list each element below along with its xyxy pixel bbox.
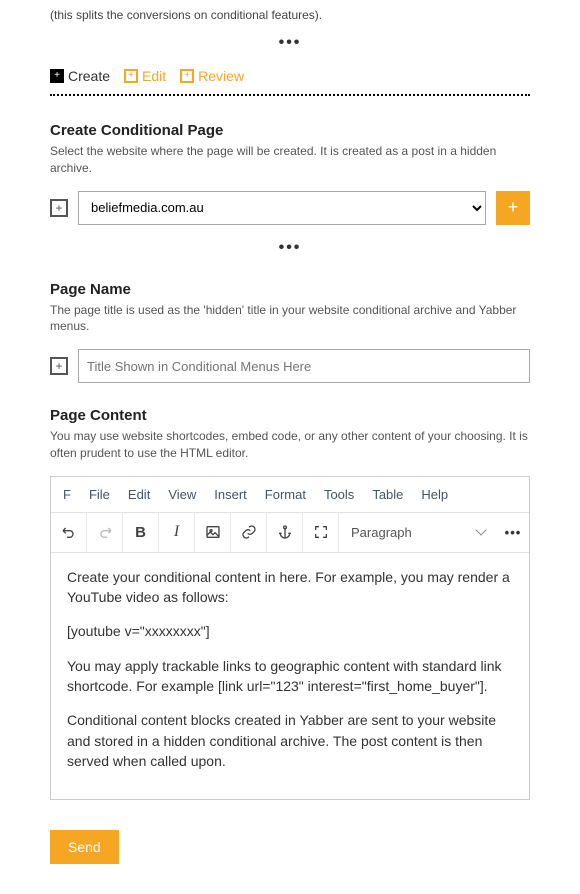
dotted-divider <box>50 94 530 96</box>
pagename-input[interactable] <box>78 349 530 383</box>
editor-menubar: F File Edit View Insert Format Tools Tab… <box>51 477 529 513</box>
mode-tabs: + Create + Edit + Review <box>50 68 530 84</box>
add-website-button[interactable]: + <box>496 191 530 225</box>
plus-icon: + <box>124 69 138 83</box>
fullscreen-button[interactable] <box>303 512 339 552</box>
tab-label: Edit <box>142 68 166 84</box>
paragraph-label: Paragraph <box>351 525 412 540</box>
menu-help[interactable]: Help <box>421 487 448 502</box>
section-title-content: Page Content <box>50 407 530 424</box>
menu-file[interactable]: File <box>89 487 110 502</box>
rich-text-editor: F File Edit View Insert Format Tools Tab… <box>50 476 530 800</box>
paragraph-select[interactable]: Paragraph <box>339 525 497 540</box>
menu-insert[interactable]: Insert <box>214 487 247 502</box>
tab-label: Review <box>198 68 244 84</box>
menu-tools[interactable]: Tools <box>324 487 354 502</box>
menu-f[interactable]: F <box>63 487 71 502</box>
website-select-row: + beliefmedia.com.au + <box>50 191 530 225</box>
section-desc-create: Select the website where the page will b… <box>50 143 530 177</box>
editor-paragraph: Conditional content blocks created in Ya… <box>67 710 513 771</box>
redo-button[interactable] <box>87 512 123 552</box>
bold-button[interactable]: B <box>123 512 159 552</box>
intro-text: (this splits the conversions on conditio… <box>50 8 530 22</box>
anchor-button[interactable] <box>267 512 303 552</box>
plus-icon: + <box>180 69 194 83</box>
menu-edit[interactable]: Edit <box>128 487 150 502</box>
tab-edit[interactable]: + Edit <box>124 68 166 84</box>
section-title-pagename: Page Name <box>50 281 530 298</box>
tab-label: Create <box>68 68 110 84</box>
image-icon <box>205 524 221 540</box>
editor-content-area[interactable]: Create your conditional content in here.… <box>51 553 529 799</box>
anchor-icon <box>277 524 293 540</box>
section-desc-pagename: The page title is used as the 'hidden' t… <box>50 302 530 336</box>
undo-button[interactable] <box>51 512 87 552</box>
chevron-down-icon <box>475 525 486 536</box>
italic-button[interactable]: I <box>159 512 195 552</box>
plus-icon: + <box>50 69 64 83</box>
editor-paragraph: Create your conditional content in here.… <box>67 567 513 608</box>
link-icon <box>241 524 257 540</box>
send-button[interactable]: Send <box>50 830 119 864</box>
expand-icon[interactable]: + <box>50 199 68 217</box>
expand-icon[interactable]: + <box>50 357 68 375</box>
editor-toolbar: B I Paragraph ••• <box>51 513 529 553</box>
redo-icon <box>97 524 113 540</box>
image-button[interactable] <box>195 512 231 552</box>
section-desc-content: You may use website shortcodes, embed co… <box>50 428 530 462</box>
section-title-create: Create Conditional Page <box>50 122 530 139</box>
website-select[interactable]: beliefmedia.com.au <box>78 191 486 225</box>
section-divider-dots: ••• <box>50 34 530 52</box>
menu-table[interactable]: Table <box>372 487 403 502</box>
tab-review[interactable]: + Review <box>180 68 244 84</box>
menu-format[interactable]: Format <box>265 487 306 502</box>
fullscreen-icon <box>313 524 329 540</box>
link-button[interactable] <box>231 512 267 552</box>
tab-create[interactable]: + Create <box>50 68 110 84</box>
section-divider-dots: ••• <box>50 239 530 257</box>
pagename-row: + <box>50 349 530 383</box>
toolbar-more-button[interactable]: ••• <box>497 525 529 540</box>
undo-icon <box>61 524 77 540</box>
editor-paragraph: [youtube v="xxxxxxxx"] <box>67 621 513 641</box>
menu-view[interactable]: View <box>168 487 196 502</box>
editor-paragraph: You may apply trackable links to geograp… <box>67 656 513 697</box>
